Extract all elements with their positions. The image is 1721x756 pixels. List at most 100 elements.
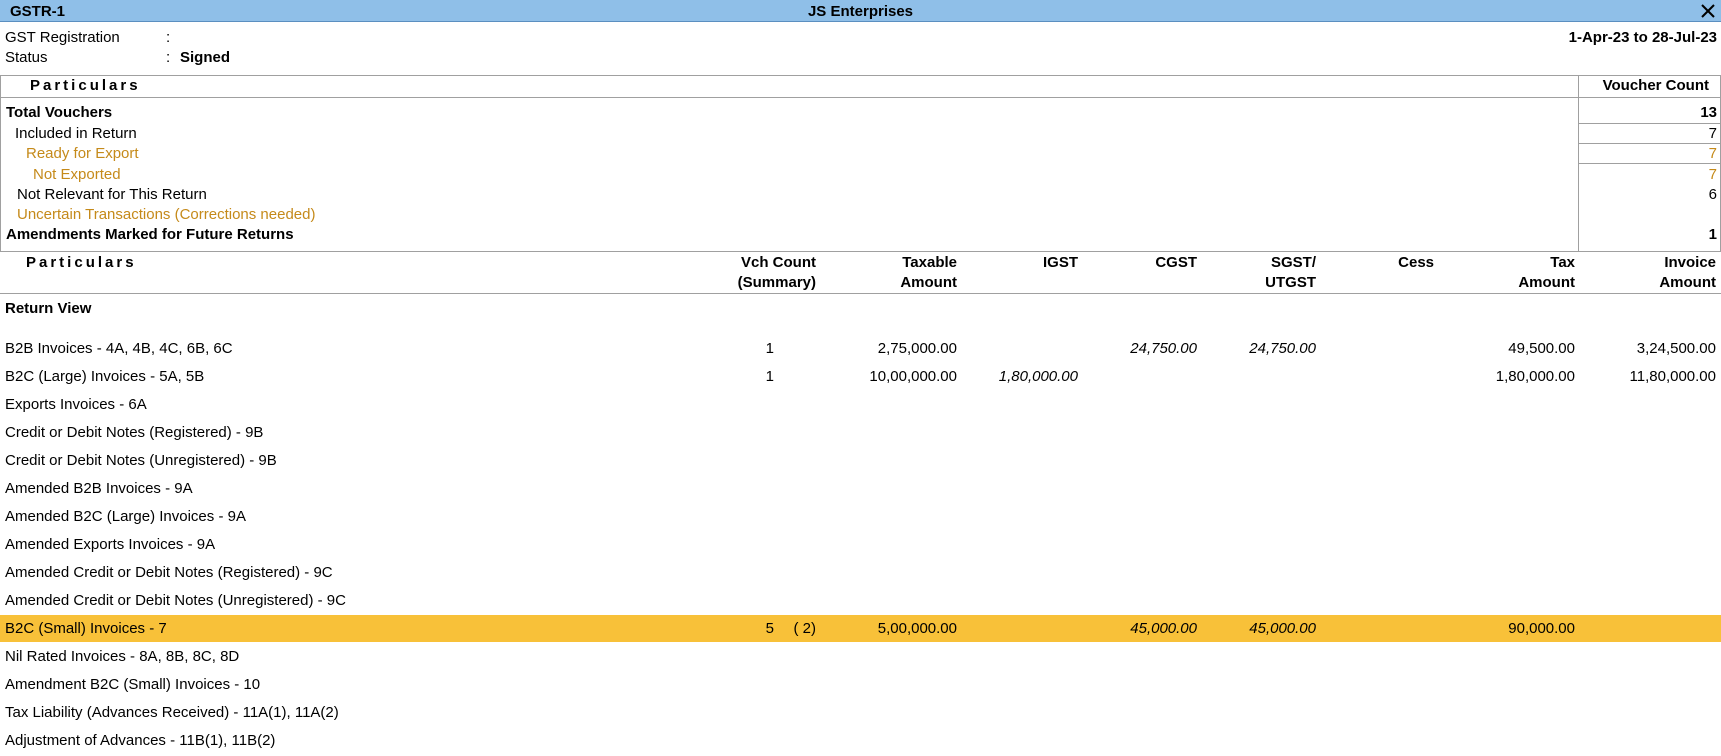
tax-amount-cell: 49,500.00 bbox=[1508, 340, 1575, 357]
period-range[interactable]: 1-Apr-23 to 28-Jul-23 bbox=[1569, 29, 1717, 46]
vch-count-header-line2: (Summary) bbox=[737, 274, 816, 291]
summary-bottom-border bbox=[0, 251, 1721, 252]
invoice-header-line1: Invoice bbox=[1664, 254, 1716, 271]
status-label: Status bbox=[5, 49, 48, 66]
summary-left-border bbox=[0, 75, 1, 252]
sgst-cell: 24,750.00 bbox=[1249, 340, 1316, 357]
particulars-column-header: Particulars bbox=[26, 254, 137, 271]
tax-amount-cell: 90,000.00 bbox=[1508, 620, 1575, 637]
not-exported-count: 7 bbox=[1708, 166, 1717, 183]
summary-top-border bbox=[0, 75, 1721, 76]
row-label: B2C (Large) Invoices - 5A, 5B bbox=[5, 368, 205, 385]
tax-amount-column-header: Tax Amount bbox=[1518, 253, 1575, 293]
amendments-future-label[interactable]: Amendments Marked for Future Returns bbox=[6, 226, 294, 243]
included-in-return-count: 7 bbox=[1708, 125, 1717, 142]
sgst-header-line1: SGST/ bbox=[1270, 254, 1316, 271]
table-row[interactable]: Exports Invoices - 6A bbox=[0, 391, 1721, 418]
vch-count-cell: 5 bbox=[765, 620, 774, 637]
taxable-header-line1: Taxable bbox=[902, 254, 957, 271]
gst-registration-colon: : bbox=[166, 29, 171, 46]
table-row[interactable]: Amended B2B Invoices - 9A bbox=[0, 475, 1721, 502]
tax-header-line1: Tax bbox=[1550, 254, 1575, 271]
table-row[interactable]: Credit or Debit Notes (Unregistered) - 9… bbox=[0, 447, 1721, 474]
status-value: Signed bbox=[180, 49, 231, 66]
table-row[interactable]: Tax Liability (Advances Received) - 11A(… bbox=[0, 699, 1721, 726]
title-bar: GSTR-1 JS Enterprises bbox=[0, 0, 1721, 22]
not-relevant-label[interactable]: Not Relevant for This Return bbox=[17, 186, 207, 203]
row-label: Amended Credit or Debit Notes (Registere… bbox=[5, 564, 333, 581]
table-row[interactable]: Amended Exports Invoices - 9A bbox=[0, 531, 1721, 558]
not-relevant-count: 6 bbox=[1708, 186, 1717, 203]
ready-for-export-count: 7 bbox=[1708, 145, 1717, 162]
row-label: Adjustment of Advances - 11B(1), 11B(2) bbox=[5, 732, 276, 749]
row-label: Amended Credit or Debit Notes (Unregiste… bbox=[5, 592, 346, 609]
summary-header-border bbox=[0, 97, 1721, 98]
row-label: B2B Invoices - 4A, 4B, 4C, 6B, 6C bbox=[5, 340, 233, 357]
included-in-return-label[interactable]: Included in Return bbox=[15, 125, 137, 142]
company-name: JS Enterprises bbox=[807, 3, 914, 20]
invoice-amount-column-header: Invoice Amount bbox=[1659, 253, 1716, 293]
not-exported-label[interactable]: Not Exported bbox=[33, 166, 121, 183]
table-row[interactable]: Amended Credit or Debit Notes (Registere… bbox=[0, 559, 1721, 586]
row-label: Credit or Debit Notes (Unregistered) - 9… bbox=[5, 452, 277, 469]
taxable-amount-cell: 10,00,000.00 bbox=[869, 368, 957, 385]
sgst-cell: 45,000.00 bbox=[1249, 620, 1316, 637]
vch-count-header-line1: Vch Count bbox=[741, 254, 816, 271]
cgst-column-header: CGST bbox=[1155, 254, 1197, 271]
row-label: Nil Rated Invoices - 8A, 8B, 8C, 8D bbox=[5, 648, 240, 665]
sgst-header-line2: UTGST bbox=[1265, 274, 1316, 291]
table-row[interactable]: B2B Invoices - 4A, 4B, 4C, 6B, 6C 1 2,75,0… bbox=[0, 335, 1721, 362]
table-header-border bbox=[0, 293, 1721, 294]
igst-column-header: IGST bbox=[1042, 254, 1078, 271]
taxable-amount-cell: 2,75,000.00 bbox=[877, 340, 957, 357]
row-label: Exports Invoices - 6A bbox=[5, 396, 147, 413]
total-vouchers-label[interactable]: Total Vouchers bbox=[6, 104, 112, 121]
row-label: Amendment B2C (Small) Invoices - 10 bbox=[5, 676, 261, 693]
report-name: GSTR-1 bbox=[10, 3, 66, 20]
vch-count-cell: 1 bbox=[765, 368, 774, 385]
row-label: Amended B2B Invoices - 9A bbox=[5, 480, 193, 497]
table-row[interactable]: B2C (Small) Invoices - 7 5 ( 2) 5,00,000.00… bbox=[0, 615, 1721, 642]
taxable-amount-cell: 5,00,000.00 bbox=[877, 620, 957, 637]
close-icon[interactable] bbox=[1699, 2, 1717, 20]
row-label: Tax Liability (Advances Received) - 11A(… bbox=[5, 704, 339, 721]
table-row[interactable]: Nil Rated Invoices - 8A, 8B, 8C, 8D bbox=[0, 643, 1721, 670]
taxable-header-line2: Amount bbox=[900, 274, 957, 291]
vch-count-cell: 1 bbox=[765, 340, 774, 357]
invoice-amount-cell: 11,80,000.00 bbox=[1629, 368, 1716, 385]
invoice-header-line2: Amount bbox=[1659, 274, 1716, 291]
cgst-cell: 45,000.00 bbox=[1130, 620, 1197, 637]
row-label: Amended Exports Invoices - 9A bbox=[5, 536, 216, 553]
taxable-amount-column-header: Taxable Amount bbox=[900, 253, 957, 293]
table-row[interactable]: Amended B2C (Large) Invoices - 9A bbox=[0, 503, 1721, 530]
uncertain-transactions-label[interactable]: Uncertain Transactions (Corrections need… bbox=[17, 206, 315, 223]
row-label: Amended B2C (Large) Invoices - 9A bbox=[5, 508, 246, 525]
voucher-count-header: Voucher Count bbox=[1602, 77, 1709, 94]
vch-summary-cell: ( 2) bbox=[793, 620, 817, 637]
cgst-cell: 24,750.00 bbox=[1130, 340, 1197, 357]
summary-particulars-header: Particulars bbox=[30, 77, 141, 94]
igst-cell: 1,80,000.00 bbox=[998, 368, 1078, 385]
amendments-future-count: 1 bbox=[1708, 226, 1717, 243]
table-row[interactable]: Credit or Debit Notes (Registered) - 9B bbox=[0, 419, 1721, 446]
count-cell-divider bbox=[1579, 123, 1720, 124]
table-row[interactable]: Amended Credit or Debit Notes (Unregiste… bbox=[0, 587, 1721, 614]
count-cell-divider bbox=[1579, 143, 1720, 144]
return-view-title: Return View bbox=[5, 300, 92, 317]
row-label: Credit or Debit Notes (Registered) - 9B bbox=[5, 424, 264, 441]
tax-header-line2: Amount bbox=[1518, 274, 1575, 291]
table-row[interactable]: Adjustment of Advances - 11B(1), 11B(2) bbox=[0, 727, 1721, 754]
table-row[interactable]: B2C (Large) Invoices - 5A, 5B 1 10,00,000.… bbox=[0, 363, 1721, 390]
sgst-column-header: SGST/ UTGST bbox=[1265, 253, 1316, 293]
count-cell-divider bbox=[1579, 163, 1720, 164]
vch-count-column-header: Vch Count (Summary) bbox=[738, 253, 816, 293]
gst-registration-label: GST Registration bbox=[5, 29, 120, 46]
ready-for-export-label[interactable]: Ready for Export bbox=[26, 145, 139, 162]
invoice-amount-cell: 3,24,500.00 bbox=[1636, 340, 1716, 357]
table-row[interactable]: Amendment B2C (Small) Invoices - 10 bbox=[0, 671, 1721, 698]
total-vouchers-count: 13 bbox=[1700, 104, 1717, 121]
tax-amount-cell: 1,80,000.00 bbox=[1495, 368, 1575, 385]
row-label: B2C (Small) Invoices - 7 bbox=[5, 620, 167, 637]
cess-column-header: Cess bbox=[1398, 254, 1434, 271]
status-colon: : bbox=[166, 49, 171, 66]
